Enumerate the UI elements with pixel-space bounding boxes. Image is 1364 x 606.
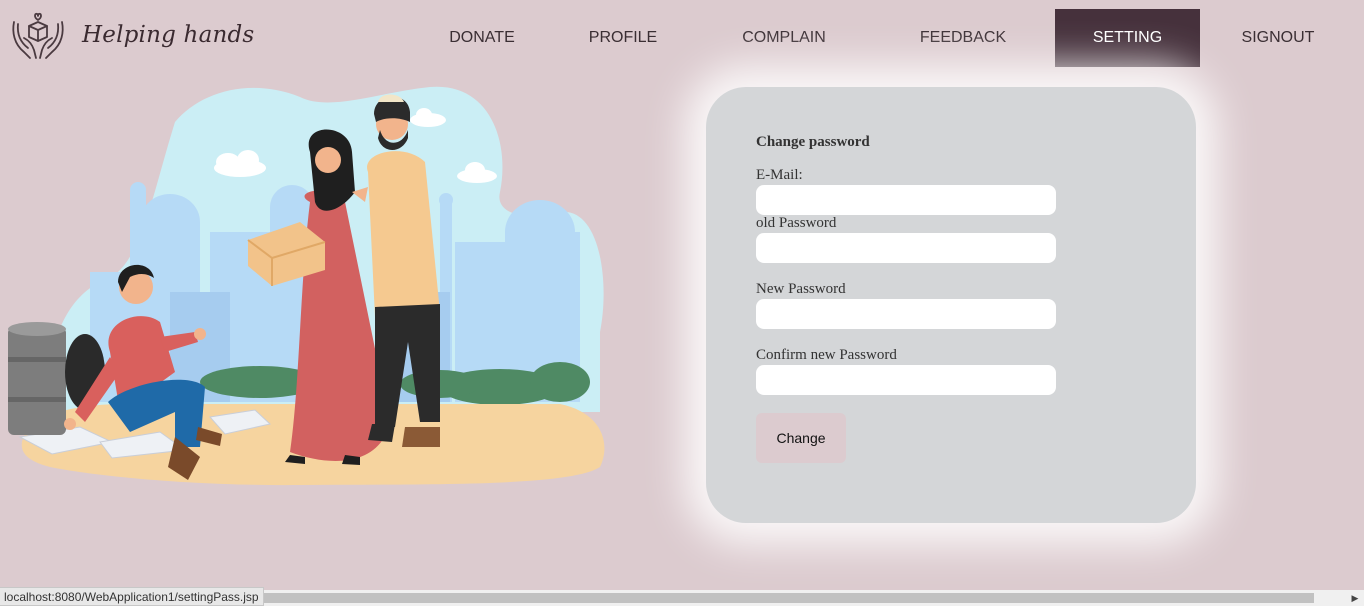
email-field[interactable]: [756, 185, 1056, 215]
nav-donate[interactable]: DONATE: [432, 9, 532, 67]
nav-feedback[interactable]: FEEDBACK: [908, 9, 1018, 67]
hands-giving-box-icon[interactable]: [10, 10, 66, 62]
nav-complain[interactable]: COMPLAIN: [729, 9, 839, 67]
old-password-label: old Password: [756, 215, 837, 231]
nav-signout[interactable]: SIGNOUT: [1228, 9, 1328, 67]
confirm-password-field[interactable]: [756, 365, 1056, 395]
nav-profile[interactable]: PROFILE: [573, 9, 673, 67]
donation-scene-illustration: [8, 86, 605, 486]
header: Helping hands DONATE PROFILE COMPLAIN FE…: [0, 0, 1364, 76]
scroll-right-icon[interactable]: ▶: [1346, 590, 1364, 606]
nav-setting[interactable]: SETTING: [1055, 9, 1200, 67]
confirm-password-label: Confirm new Password: [756, 347, 897, 363]
email-label: E-Mail:: [756, 167, 803, 183]
old-password-field[interactable]: [756, 233, 1056, 263]
change-button[interactable]: Change: [756, 413, 846, 463]
form-title: Change password: [756, 134, 870, 150]
status-bar-url: localhost:8080/WebApplication1/settingPa…: [0, 587, 264, 606]
brand-name[interactable]: Helping hands: [82, 22, 254, 48]
new-password-label: New Password: [756, 281, 846, 297]
new-password-field[interactable]: [756, 299, 1056, 329]
